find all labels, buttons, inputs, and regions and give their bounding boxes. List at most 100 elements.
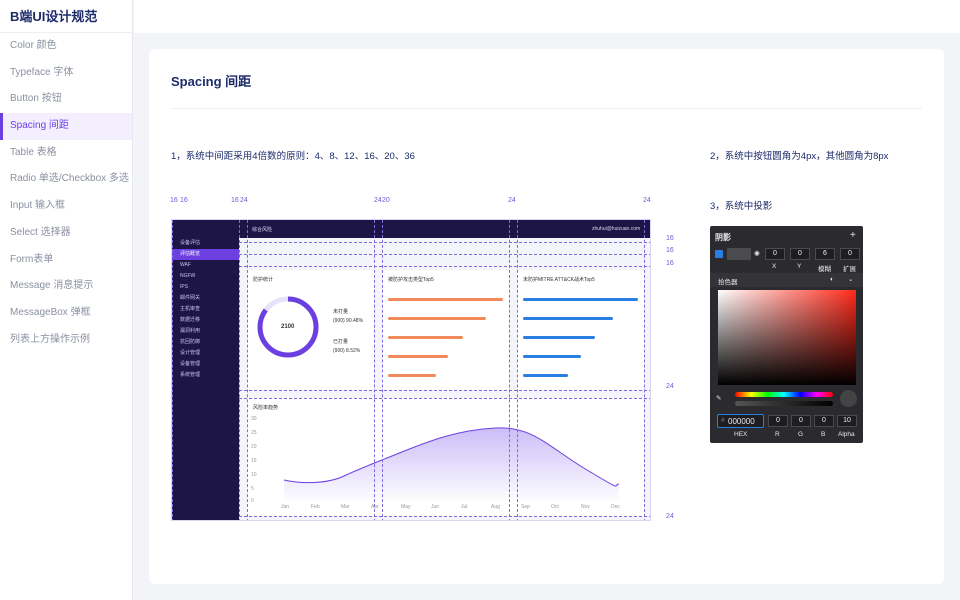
mock-panel-title: 防护统计 [253, 277, 274, 283]
ruler-label: 20 [382, 197, 390, 204]
mock-legend-value: (900) 8.52% [333, 348, 361, 354]
mock-bar [388, 355, 448, 358]
brand-title: B端UI设计规范 [0, 0, 132, 33]
ruler-label: 16 [666, 247, 674, 254]
nav-item-button[interactable]: Button 按钮 [0, 86, 132, 113]
nav-item-form[interactable]: Form表单 [0, 247, 132, 274]
eyedropper-icon[interactable]: ✎ [716, 394, 721, 402]
shadow-x-input[interactable]: 0 [765, 248, 785, 260]
hex-value: 000000 [728, 417, 755, 426]
content-card: Spacing 间距 1，系统中间距采用4倍数的原则：4、8、12、16、20、… [149, 49, 944, 584]
ruler-label: 24 [666, 513, 674, 520]
nav-item-input[interactable]: Input 输入框 [0, 193, 132, 220]
mock-side-item: WAF [180, 262, 191, 268]
mock-panel-mitre: 未防护MITRE ATT&CK战术Top5 [517, 270, 644, 390]
mock-side-item: 数据迁移 [180, 317, 201, 323]
mock-x-tick: Mar [341, 504, 350, 510]
nav-item-select[interactable]: Select 选择器 [0, 220, 132, 247]
mock-panel-title: 被防护攻击类型Top5 [388, 277, 434, 283]
mock-header: 综合风险 zhuhui@huizuan.com [172, 220, 650, 238]
field-label: Alpha [838, 431, 855, 438]
mock-x-tick: May [401, 504, 411, 510]
add-icon[interactable]: + [850, 230, 856, 241]
mock-legend-value: (900) 90.48% [333, 318, 364, 324]
mock-legend-label: 已打量 [333, 339, 349, 345]
field-label: 扩展 [843, 266, 856, 273]
field-label: HEX [734, 431, 748, 438]
mock-panel-attack-types: 被防护攻击类型Top5 [382, 270, 509, 390]
picker-label: 拾色器 [718, 279, 738, 286]
ruler-label: 16 [666, 260, 674, 267]
spacing-guide [172, 220, 173, 520]
mock-side-item: IPS [180, 284, 189, 290]
shadow-spread-input[interactable]: 0 [840, 248, 860, 260]
nav-item-list-actions[interactable]: 列表上方操作示例 [0, 327, 132, 354]
mock-side-item: 主机审查 [180, 306, 201, 312]
ruler-label: 16 [666, 235, 674, 242]
mock-side-item: 设备管理 [180, 361, 201, 367]
mock-app-title: 综合风险 [252, 227, 273, 233]
red-input[interactable]: 0 [768, 415, 788, 427]
hash-icon: # [721, 417, 725, 424]
shadow-title: 阴影 [715, 233, 731, 242]
mock-side-item: 设备评估 [180, 240, 201, 246]
shadow-color-swatch[interactable] [727, 248, 751, 260]
mock-x-tick: Sep [521, 504, 530, 510]
spacing-guide [239, 242, 650, 243]
eye-icon[interactable]: ◉ [754, 249, 760, 257]
nav-item-spacing[interactable]: Spacing 间距 [0, 113, 132, 140]
mock-bar [523, 374, 568, 377]
ruler-label: 16 [170, 197, 178, 204]
mock-panel-protection: 防护统计 2100 未打量 (900) 90.48% 已打量 (900) 8.5… [247, 270, 374, 390]
shadow-enabled-checkbox[interactable] [715, 250, 723, 258]
ruler-label: 16 [231, 197, 239, 204]
mock-x-tick: Jul [461, 504, 468, 510]
mock-bar [523, 298, 638, 301]
nav-item-messagebox[interactable]: MessageBox 弹框 [0, 300, 132, 327]
mock-panel-title: 未防护MITRE ATT&CK战术Top5 [523, 277, 595, 283]
mock-donut-value: 2100 [281, 324, 295, 330]
mock-legend-label: 未打量 [333, 309, 349, 315]
nav-item-table[interactable]: Table 表格 [0, 140, 132, 167]
mock-side-item: 评估概览 [172, 249, 239, 260]
mock-side-item: 抗回防御 [180, 339, 201, 345]
ruler-label: 24 [666, 383, 674, 390]
mock-sidebar: 设备评估 评估概览 WAF NGFW IPS 邮件网关 主机审查 数据迁移 漏洞… [172, 238, 239, 520]
color-preview [840, 390, 857, 407]
color-saturation-area[interactable] [718, 290, 856, 385]
nav-item-typeface[interactable]: Typeface 字体 [0, 60, 132, 87]
sidebar: B端UI设计规范 Color 颜色 Typeface 字体 Button 按钮 … [0, 0, 133, 600]
mock-side-item: 系统管理 [180, 372, 201, 378]
nav-item-message[interactable]: Message 消息提示 [0, 273, 132, 300]
nav-item-radio-checkbox[interactable]: Radio 单选/Checkbox 多选 [0, 166, 132, 193]
shadow-editor: 阴影 + ◉ 0 0 6 0 X Y 模糊 扩展 拾色器 ◐ ⌄ ✎ # 000… [710, 226, 863, 443]
ruler-label: 24 [643, 197, 651, 204]
field-label: Y [797, 263, 802, 270]
top-bar [134, 0, 960, 33]
palette-icon[interactable]: ◐ [830, 276, 834, 283]
hue-slider[interactable] [735, 392, 833, 397]
ruler-label: 24 [508, 197, 516, 204]
mock-side-item: NGFW [180, 273, 196, 279]
mock-x-tick: Jan [281, 504, 290, 510]
field-label: G [798, 431, 804, 438]
spacing-guide [239, 516, 650, 517]
chevron-down-icon[interactable]: ⌄ [848, 275, 853, 283]
mock-x-tick: Aug [491, 504, 500, 510]
shadow-blur-input[interactable]: 6 [815, 248, 835, 260]
mock-side-item: 邮件网关 [180, 295, 201, 301]
mock-bar [388, 298, 503, 301]
green-input[interactable]: 0 [791, 415, 811, 427]
field-label: X [772, 263, 777, 270]
mock-bar [388, 336, 463, 339]
alpha-slider[interactable] [735, 401, 833, 406]
nav-item-color[interactable]: Color 颜色 [0, 33, 132, 60]
mock-side-item: 漏洞利用 [180, 328, 201, 334]
mock-bar [388, 374, 436, 377]
blue-input[interactable]: 0 [814, 415, 834, 427]
alpha-input[interactable]: 10 [837, 415, 857, 427]
hex-input[interactable]: # 000000 [717, 414, 764, 428]
mock-trend-chart [283, 427, 620, 500]
shadow-y-input[interactable]: 0 [790, 248, 810, 260]
mock-bar [523, 336, 595, 339]
